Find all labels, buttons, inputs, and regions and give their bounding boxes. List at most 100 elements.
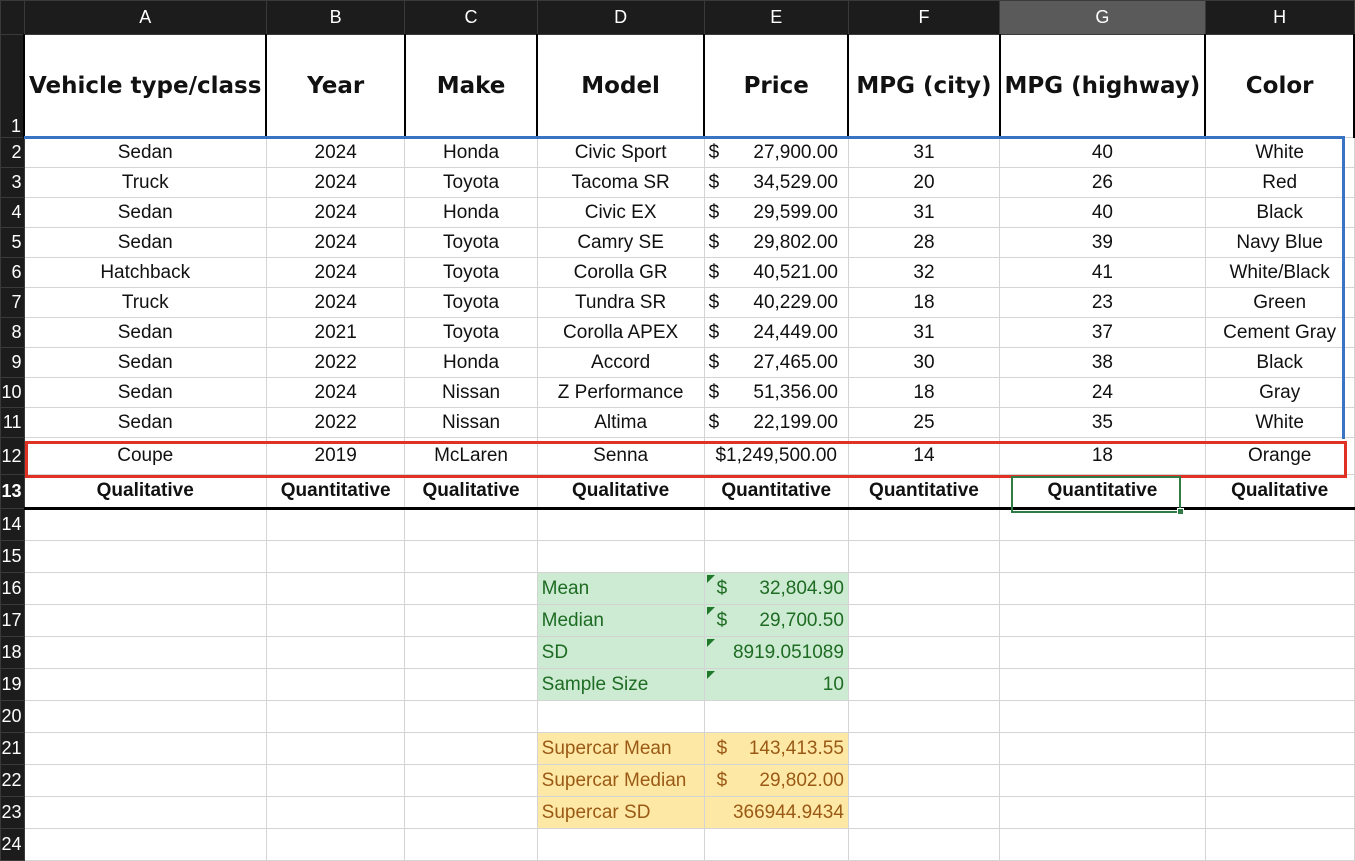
row-header-16[interactable]: 16 (0, 572, 25, 605)
column-header-a[interactable]: A (23, 0, 267, 35)
empty-cell[interactable] (1204, 508, 1355, 541)
empty-cell[interactable] (703, 700, 849, 733)
table-cell[interactable]: 2024 (265, 377, 406, 408)
row-header-6[interactable]: 6 (0, 257, 25, 288)
empty-cell[interactable] (847, 764, 1001, 797)
data-type-cell[interactable]: Quantitative (847, 474, 1001, 510)
empty-cell[interactable] (404, 572, 538, 605)
empty-cell[interactable] (999, 508, 1206, 541)
empty-cell[interactable] (23, 700, 267, 733)
empty-cell[interactable] (1204, 796, 1355, 829)
outlier-cell[interactable]: Senna (536, 437, 705, 475)
row-header-24[interactable]: 24 (0, 828, 25, 861)
table-cell[interactable]: Camry SE (536, 227, 705, 258)
empty-cell[interactable] (999, 732, 1206, 765)
table-cell[interactable]: Green (1204, 287, 1355, 318)
row-header-4[interactable]: 4 (0, 197, 25, 228)
price-cell[interactable]: $40,229.00 (703, 287, 849, 318)
row-header-11[interactable]: 11 (0, 407, 25, 438)
table-cell[interactable]: Navy Blue (1204, 227, 1355, 258)
table-cell[interactable]: 30 (847, 347, 1001, 378)
table-cell[interactable]: 2022 (265, 347, 406, 378)
table-cell[interactable]: White (1204, 137, 1355, 168)
table-cell[interactable]: 31 (847, 137, 1001, 168)
empty-cell[interactable] (703, 508, 849, 541)
table-cell[interactable]: 18 (847, 287, 1001, 318)
empty-cell[interactable] (999, 764, 1206, 797)
empty-cell[interactable] (265, 796, 406, 829)
price-cell[interactable]: $24,449.00 (703, 317, 849, 348)
table-cell[interactable]: Corolla APEX (536, 317, 705, 348)
table-cell[interactable]: 24 (999, 377, 1206, 408)
column-header-b[interactable]: B (265, 0, 406, 35)
table-cell[interactable]: Sedan (23, 317, 267, 348)
empty-cell[interactable] (404, 732, 538, 765)
empty-cell[interactable] (536, 700, 705, 733)
header-cell[interactable]: Make (403, 34, 539, 138)
table-cell[interactable]: Tundra SR (536, 287, 705, 318)
empty-cell[interactable] (999, 700, 1206, 733)
data-type-cell[interactable]: Quantitative (999, 474, 1206, 510)
empty-cell[interactable] (999, 540, 1206, 573)
data-type-cell[interactable]: Qualitative (23, 474, 267, 510)
empty-cell[interactable] (404, 636, 538, 669)
outlier-cell[interactable]: 2019 (265, 437, 406, 475)
table-cell[interactable]: Sedan (23, 227, 267, 258)
table-cell[interactable]: Toyota (404, 167, 538, 198)
row-header-21[interactable]: 21 (0, 732, 25, 765)
table-cell[interactable]: 28 (847, 227, 1001, 258)
empty-cell[interactable] (847, 828, 1001, 861)
row-header-17[interactable]: 17 (0, 604, 25, 637)
table-cell[interactable]: Z Performance (536, 377, 705, 408)
empty-cell[interactable] (265, 764, 406, 797)
column-header-f[interactable]: F (847, 0, 1001, 35)
stat-value[interactable]: $29,700.50 (703, 604, 849, 637)
empty-cell[interactable] (265, 668, 406, 701)
empty-cell[interactable] (23, 732, 267, 765)
empty-cell[interactable] (999, 668, 1206, 701)
empty-cell[interactable] (1204, 636, 1355, 669)
table-cell[interactable]: 2024 (265, 287, 406, 318)
table-cell[interactable]: Sedan (23, 137, 267, 168)
table-cell[interactable]: 2024 (265, 137, 406, 168)
stat-value[interactable]: $29,802.00 (703, 764, 849, 797)
empty-cell[interactable] (404, 604, 538, 637)
empty-cell[interactable] (847, 796, 1001, 829)
empty-cell[interactable] (999, 572, 1206, 605)
header-cell[interactable]: Vehicle type/class (23, 34, 268, 138)
empty-cell[interactable] (404, 668, 538, 701)
empty-cell[interactable] (265, 828, 406, 861)
stat-label[interactable]: Supercar Mean (536, 732, 705, 765)
table-cell[interactable]: 40 (999, 137, 1206, 168)
empty-cell[interactable] (23, 508, 267, 541)
empty-cell[interactable] (404, 764, 538, 797)
empty-cell[interactable] (847, 732, 1001, 765)
empty-cell[interactable] (1204, 604, 1355, 637)
table-cell[interactable]: 2024 (265, 197, 406, 228)
empty-cell[interactable] (536, 508, 705, 541)
data-type-cell[interactable]: Qualitative (404, 474, 538, 510)
price-cell[interactable]: $29,802.00 (703, 227, 849, 258)
table-cell[interactable]: 41 (999, 257, 1206, 288)
stat-value[interactable]: 366944.9434 (703, 796, 849, 829)
table-cell[interactable]: 25 (847, 407, 1001, 438)
row-header-9[interactable]: 9 (0, 347, 25, 378)
row-header-3[interactable]: 3 (0, 167, 25, 198)
row-header-12[interactable]: 12 (0, 437, 25, 475)
row-header-1[interactable]: 1 (0, 34, 25, 138)
empty-cell[interactable] (23, 572, 267, 605)
empty-cell[interactable] (23, 764, 267, 797)
table-cell[interactable]: Tacoma SR (536, 167, 705, 198)
empty-cell[interactable] (265, 572, 406, 605)
price-cell[interactable]: $27,465.00 (703, 347, 849, 378)
select-all-corner[interactable] (0, 0, 25, 35)
price-cell[interactable]: $34,529.00 (703, 167, 849, 198)
table-cell[interactable]: 31 (847, 317, 1001, 348)
table-cell[interactable]: 23 (999, 287, 1206, 318)
table-cell[interactable]: Nissan (404, 407, 538, 438)
empty-cell[interactable] (536, 540, 705, 573)
price-cell[interactable]: $22,199.00 (703, 407, 849, 438)
outlier-cell[interactable]: $1,249,500.00 (703, 437, 849, 475)
table-cell[interactable]: Corolla GR (536, 257, 705, 288)
price-cell[interactable]: $29,599.00 (703, 197, 849, 228)
